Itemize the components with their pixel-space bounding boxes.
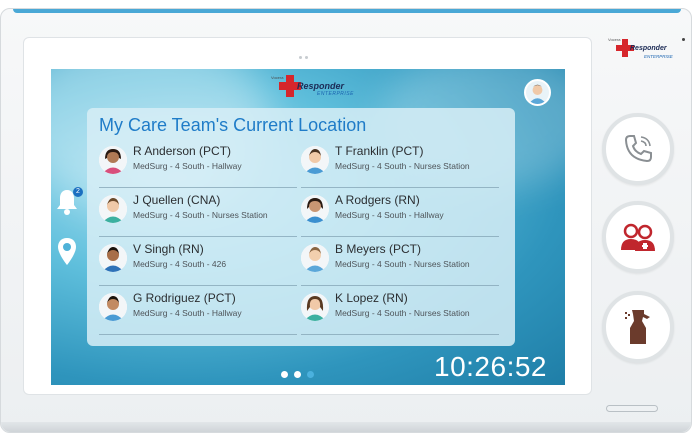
avatar-man-icon [301,146,329,174]
avatar-man-dark-icon [99,293,127,321]
team-member-card[interactable]: B Meyers (PCT) MedSurg - 4 South - Nurse… [301,238,499,286]
team-member-card[interactable]: J Quellen (CNA) MedSurg - 4 South - Nurs… [99,189,297,237]
member-name: G Rodriguez (PCT) [133,291,236,305]
member-name: T Franklin (PCT) [335,144,424,158]
member-location: MedSurg - 4 South - Hallway [133,161,242,171]
user-profile-avatar[interactable] [524,79,551,106]
avatar-man-dark-icon [99,244,127,272]
member-location: MedSurg - 4 South - Hallway [335,210,444,220]
page-dot-active[interactable] [307,371,314,378]
member-name: J Quellen (CNA) [133,193,221,207]
care-team-button[interactable] [602,201,674,273]
brand-tagline: ENTERPRISE [317,91,354,97]
side-brand-logo: Vocera Responder ENTERPRISE [608,37,688,67]
team-member-card[interactable]: R Anderson (PCT) MedSurg - 4 South - Hal… [99,140,297,188]
right-button-column: Vocera Responder ENTERPRISE [592,37,692,427]
brand-name: Responder [297,81,345,91]
member-name: V Singh (RN) [133,242,204,256]
side-brand-tagline: ENTERPRISE [644,54,673,59]
team-member-card[interactable]: V Singh (RN) MedSurg - 4 South - 426 [99,238,297,286]
care-team-icon [621,223,655,251]
top-strip [13,9,681,13]
avatar-man-icon [301,244,329,272]
page-dot[interactable] [281,371,288,378]
home-button[interactable] [606,405,658,412]
care-team-panel: My Care Team's Current Location R Anders… [87,108,515,346]
page-dot[interactable] [294,371,301,378]
clock-time: 10:26:52 [434,351,547,382]
team-member-card[interactable]: A Rodgers (RN) MedSurg - 4 South - Hallw… [301,189,499,237]
member-location: MedSurg - 4 South - Nurses Station [133,210,268,220]
member-name: B Meyers (PCT) [335,242,422,256]
spray-bottle-icon [625,310,650,344]
team-member-card[interactable]: K Lopez (RN) MedSurg - 4 South - Nurses … [301,287,499,335]
member-name: R Anderson (PCT) [133,144,232,158]
location-pin-icon[interactable] [55,237,79,267]
member-location: MedSurg - 4 South - Nurses Station [335,259,470,269]
call-button[interactable] [602,113,674,185]
cleaning-request-button[interactable] [602,291,674,363]
member-location: MedSurg - 4 South - Nurses Station [335,161,470,171]
member-location: MedSurg - 4 South - Hallway [133,308,242,318]
avatar-woman-dark-icon [301,195,329,223]
member-location: MedSurg - 4 South - 426 [133,259,227,269]
page-title: My Care Team's Current Location [99,115,367,135]
user-avatar-icon [526,81,549,104]
pagination-dots[interactable] [281,365,331,378]
camera [299,46,317,59]
member-location: MedSurg - 4 South - Nurses Station [335,308,470,318]
avatar-woman-dark-icon [99,146,127,174]
member-name: A Rodgers (RN) [335,193,420,207]
main-screen: Vocera Responder ENTERPRISE 2 My Care Te… [51,69,565,385]
avatar-woman-icon [301,293,329,321]
team-member-card[interactable]: G Rodriguez (PCT) MedSurg - 4 South - Ha… [99,287,297,335]
tablet-device: Vocera Responder ENTERPRISE 2 My Care Te… [0,8,692,433]
notification-count-badge: 2 [73,187,83,197]
notifications-bell-icon[interactable]: 2 [55,187,83,217]
team-member-card[interactable]: T Franklin (PCT) MedSurg - 4 South - Nur… [301,140,499,188]
side-brand-name: Responder [630,45,667,52]
phone-icon [624,135,652,163]
avatar-man-icon [99,195,127,223]
brand-logo: Vocera Responder ENTERPRISE [271,75,369,101]
device-base [1,422,691,432]
member-name: K Lopez (RN) [335,291,408,305]
